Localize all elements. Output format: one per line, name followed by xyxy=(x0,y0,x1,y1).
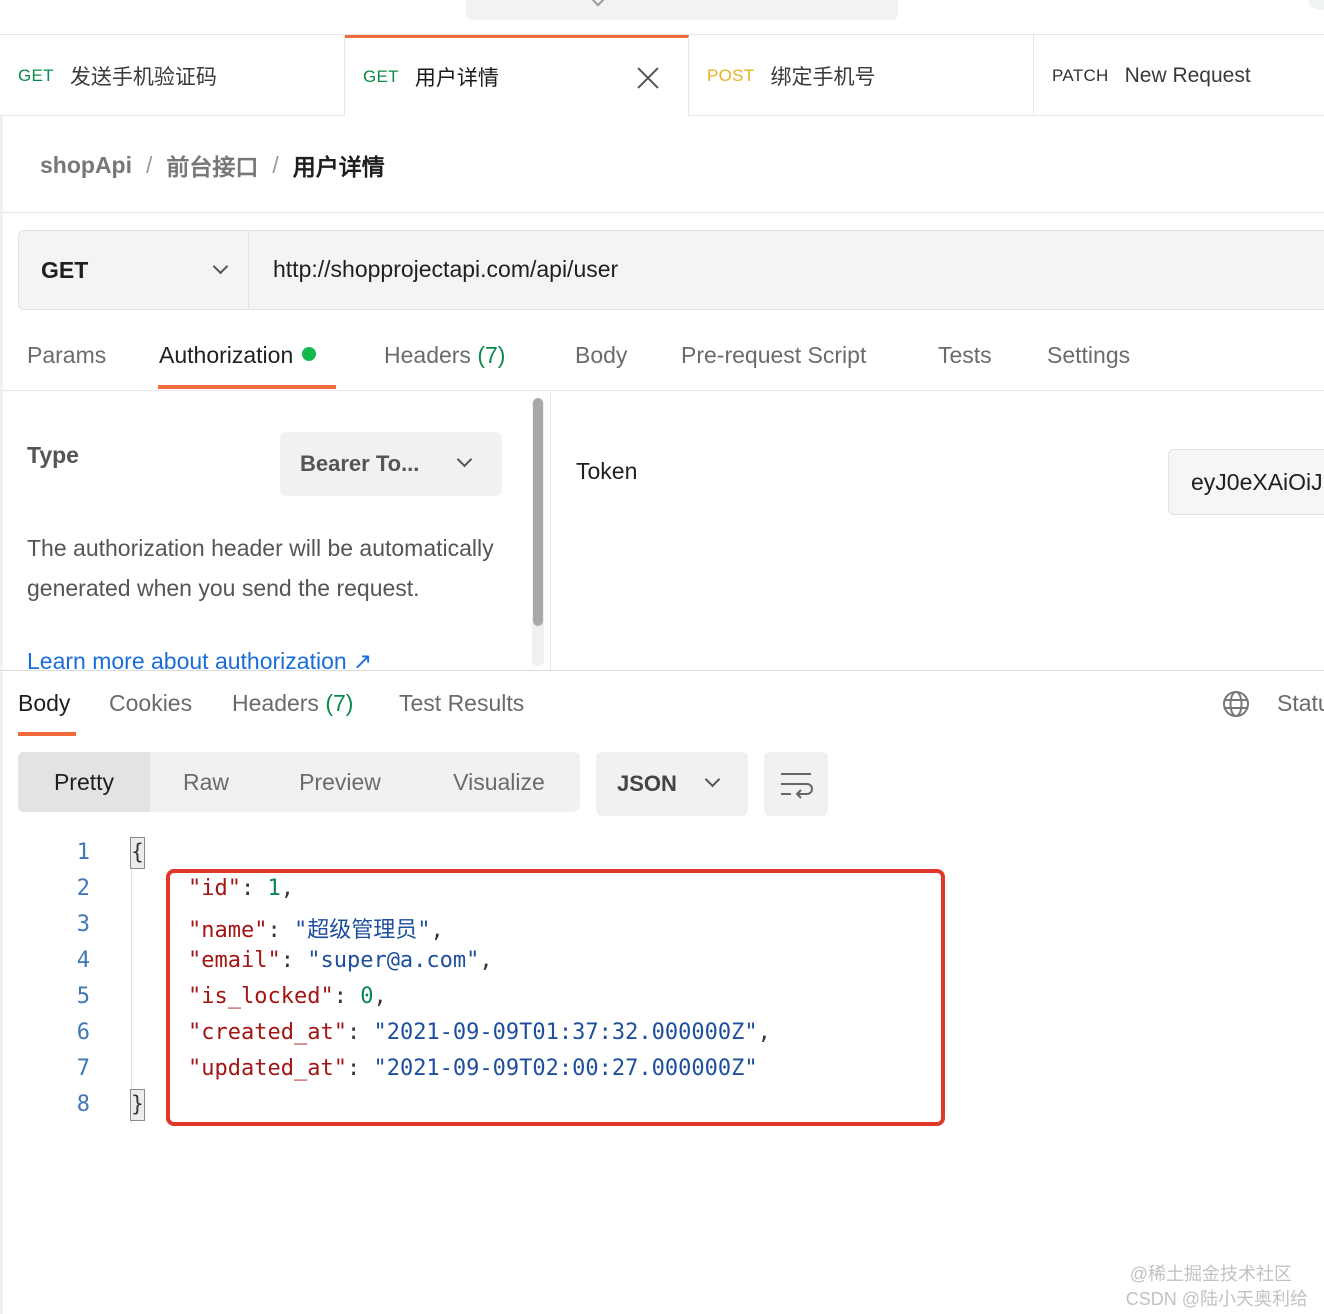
line-number: 5 xyxy=(76,984,90,1009)
tab-headers[interactable]: Headers (7) xyxy=(384,342,505,369)
breadcrumb: shopApi / 前台接口 / 用户详情 xyxy=(40,148,385,182)
chevron-down-icon xyxy=(212,258,229,275)
active-indicator-dot xyxy=(302,347,317,361)
auth-type-select[interactable]: Bearer To... xyxy=(280,432,502,496)
tab-tests[interactable]: Tests xyxy=(938,342,992,369)
view-raw-button[interactable]: Raw xyxy=(150,752,262,812)
line-number: 2 xyxy=(76,876,90,901)
tab-bind-phone[interactable]: POST 绑定手机号 xyxy=(689,35,1033,116)
tab-label: 发送手机验证码 xyxy=(69,65,217,89)
auth-type-value: Bearer To... xyxy=(300,451,420,476)
line-number: 4 xyxy=(76,948,90,973)
tab-user-detail[interactable]: GET 用户详情 xyxy=(345,35,689,116)
url-bar: GET http://shopprojectapi.com/api/user xyxy=(18,230,1324,310)
corner-decoration xyxy=(1308,0,1324,10)
view-pretty-button[interactable]: Pretty xyxy=(18,752,150,812)
line-number: 1 xyxy=(76,840,90,865)
open-brace[interactable]: { xyxy=(130,837,145,869)
close-brace[interactable]: } xyxy=(130,1089,145,1121)
breadcrumb-folder[interactable]: 前台接口 xyxy=(166,148,258,182)
url-input[interactable]: http://shopprojectapi.com/api/user xyxy=(273,256,618,283)
line-number: 6 xyxy=(76,1020,90,1045)
tab-headers-label: Headers xyxy=(384,342,471,368)
tab-label: New Request xyxy=(1124,63,1251,87)
annotation-highlight-box xyxy=(166,869,945,1126)
request-options-tabs: Params Authorization Headers (7) Body Pr… xyxy=(0,324,1324,391)
globe-icon[interactable] xyxy=(1222,690,1250,718)
tab-authorization-label: Authorization xyxy=(159,342,294,368)
tab-new-request[interactable]: PATCH New Request xyxy=(1033,35,1324,116)
line-number: 7 xyxy=(76,1056,90,1081)
auth-type-panel: Type Bearer To... The authorization head… xyxy=(0,392,550,670)
breadcrumb-separator: / xyxy=(272,151,279,178)
active-tab-underline xyxy=(158,385,336,389)
tab-prerequest-script[interactable]: Pre-request Script xyxy=(681,342,866,369)
learn-more-link[interactable]: Learn more about authorization ↗ xyxy=(27,648,372,670)
wrap-lines-icon xyxy=(781,773,813,799)
line-number: 8 xyxy=(76,1092,90,1117)
tab-response-cookies[interactable]: Cookies xyxy=(109,690,192,717)
divider xyxy=(550,392,551,670)
tab-settings[interactable]: Settings xyxy=(1047,342,1130,369)
format-select[interactable]: JSON xyxy=(596,752,748,816)
watermark-csdn: CSDN @陆小天奥利给 xyxy=(1125,1289,1308,1309)
watermark-juejin: @稀土掘金技术社区 xyxy=(1129,1264,1292,1284)
tab-label: 绑定手机号 xyxy=(770,65,876,89)
tab-body[interactable]: Body xyxy=(575,342,627,369)
chevron-down-icon xyxy=(456,451,473,468)
top-collapse-strip[interactable] xyxy=(466,0,898,20)
tab-response-body[interactable]: Body xyxy=(18,690,70,717)
format-value: JSON xyxy=(617,771,677,796)
tab-method: GET xyxy=(363,67,399,86)
view-mode-group: Pretty Raw Preview Visualize xyxy=(18,752,580,812)
fold-gutter xyxy=(131,836,132,1124)
tab-method: GET xyxy=(18,65,54,85)
wrap-lines-button[interactable] xyxy=(764,752,828,816)
line-number: 3 xyxy=(76,912,90,937)
chevron-down-icon xyxy=(704,771,721,788)
request-tab-bar: GET 发送手机验证码 GET 用户详情 POST 绑定手机号 PATCH Ne… xyxy=(0,34,1324,116)
method-value: GET xyxy=(41,256,89,283)
response-headers-count: (7) xyxy=(325,690,354,716)
breadcrumb-collection[interactable]: shopApi xyxy=(40,152,132,179)
tab-method: POST xyxy=(707,65,755,85)
auth-description: The authorization header will be automat… xyxy=(27,535,494,601)
sidebar-edge xyxy=(0,116,3,1314)
tab-method: PATCH xyxy=(1052,65,1109,85)
token-label: Token xyxy=(576,458,638,484)
active-tab-underline xyxy=(18,732,76,736)
tab-test-results[interactable]: Test Results xyxy=(399,690,524,717)
tab-label: 用户详情 xyxy=(414,67,499,90)
page-title[interactable]: 用户详情 xyxy=(293,148,385,182)
response-status: Statu xyxy=(1277,690,1324,716)
tab-response-headers-label: Headers xyxy=(232,690,319,716)
tab-response-headers[interactable]: Headers (7) xyxy=(232,690,353,717)
auth-type-label: Type xyxy=(27,442,79,468)
scrollbar-thumb[interactable] xyxy=(533,398,543,626)
breadcrumb-separator: / xyxy=(146,151,153,178)
tab-params[interactable]: Params xyxy=(27,342,106,369)
pane-splitter[interactable] xyxy=(0,670,1324,671)
token-input[interactable]: eyJ0eXAiOiJ xyxy=(1168,449,1324,515)
headers-count: (7) xyxy=(477,342,506,368)
tab-send-code[interactable]: GET 发送手机验证码 xyxy=(0,35,345,116)
view-preview-button[interactable]: Preview xyxy=(276,752,404,812)
divider xyxy=(0,212,1324,213)
close-icon[interactable] xyxy=(636,66,660,90)
view-visualize-button[interactable]: Visualize xyxy=(434,752,564,812)
tab-authorization[interactable]: Authorization xyxy=(159,342,317,369)
method-select[interactable]: GET xyxy=(19,231,249,309)
